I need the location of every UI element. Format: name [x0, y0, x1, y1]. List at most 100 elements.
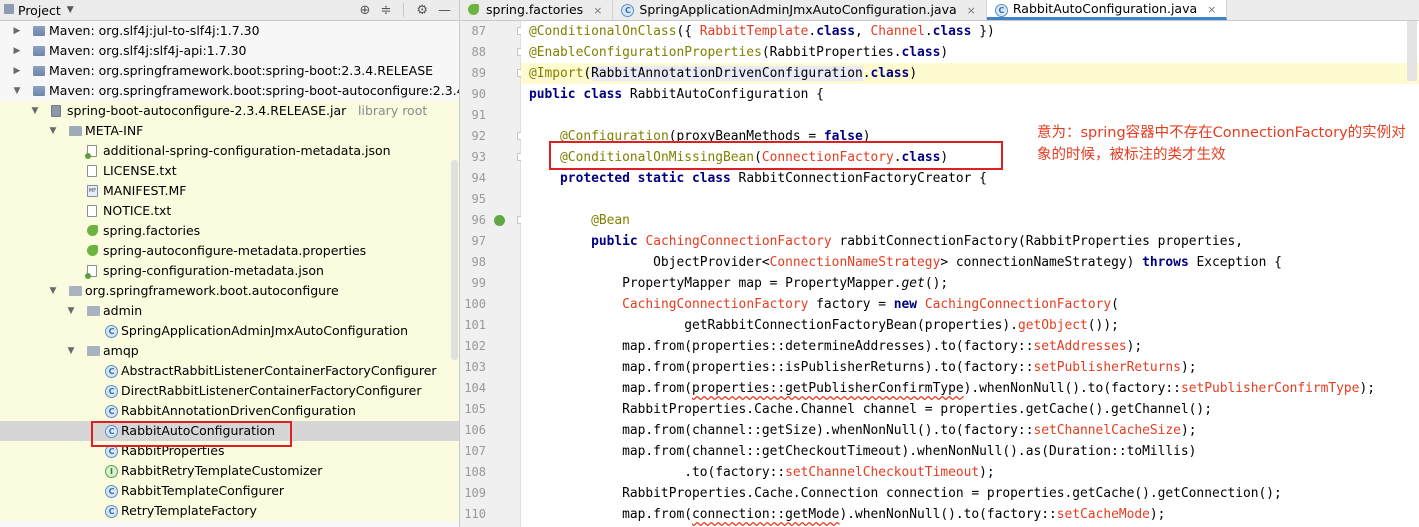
package-icon	[69, 286, 82, 296]
tree-item[interactable]: ▼ admin	[0, 301, 459, 321]
tree-item[interactable]: C RabbitAutoConfiguration	[0, 421, 459, 441]
line-number: 97	[471, 234, 486, 248]
class-icon: C	[105, 445, 118, 458]
code-line: map.from(channel::getCheckoutTimeout).wh…	[529, 444, 1197, 459]
gutter-line: 91	[460, 105, 520, 126]
text-file-icon	[87, 165, 97, 177]
tree-item[interactable]: ▶ Maven: org.springframework.boot:spring-…	[0, 61, 459, 81]
project-panel: Project ▼ ⊕ ≑ ⚙ — ▶ Maven: org.slf4j:jul-…	[0, 0, 460, 527]
gutter-line: 88	[460, 42, 524, 63]
editor-scrollbar[interactable]	[1407, 21, 1417, 81]
hide-panel-icon[interactable]: —	[438, 3, 451, 18]
line-number: 94	[471, 171, 486, 185]
code-line: @EnableConfigurationProperties(RabbitPro…	[529, 45, 949, 60]
spring-leaf-icon	[87, 225, 98, 236]
tree-item[interactable]: ▼ spring-boot-autoconfigure-2.3.4.RELEASE…	[0, 101, 459, 121]
code-line: CachingConnectionFactory factory = new C…	[622, 297, 1119, 312]
close-icon[interactable]: ×	[593, 4, 602, 17]
class-icon: C	[105, 365, 118, 378]
chevron-right-icon[interactable]: ▶	[12, 41, 22, 61]
code-line: map.from(properties::getPublisherConfirm…	[529, 381, 1375, 396]
editor-tab[interactable]: C SpringApplicationAdminJmxAutoConfigurat…	[613, 0, 987, 20]
collapse-all-icon[interactable]: ≑	[380, 3, 391, 18]
tree-item[interactable]: spring.factories	[0, 221, 459, 241]
line-number: 99	[471, 276, 486, 290]
tree-item[interactable]: C SpringApplicationAdminJmxAutoConfigurat…	[0, 321, 459, 341]
tree-item[interactable]: C RabbitProperties	[0, 441, 459, 461]
tree-item-label: Maven: org.springframework.boot:spring-b…	[49, 63, 434, 78]
editor-tab[interactable]: spring.factories ×	[460, 0, 614, 20]
code-line: RabbitProperties.Cache.Channel channel =…	[529, 402, 1212, 417]
tree-item[interactable]: C RetryTemplateFactory	[0, 501, 459, 521]
gutter-line: 106	[460, 420, 520, 441]
line-number: 96	[471, 213, 486, 227]
tree-item[interactable]: LICENSE.txt	[0, 161, 459, 181]
line-number: 104	[464, 381, 486, 395]
project-tree: ▶ Maven: org.slf4j:jul-to-slf4j:1.7.30 ▶ Ma…	[0, 21, 459, 521]
chevron-right-icon[interactable]: ▶	[12, 61, 22, 81]
editor-tab[interactable]: C RabbitAutoConfiguration.java ×	[986, 0, 1228, 20]
gutter-line: 96	[460, 210, 524, 231]
json-file-icon	[85, 145, 97, 159]
chevron-down-icon[interactable]: ▼	[30, 101, 40, 121]
gutter-line: 98	[460, 252, 520, 273]
project-scrollbar[interactable]	[451, 160, 458, 360]
gutter-line: 105	[460, 399, 520, 420]
tree-item[interactable]: MF MANIFEST.MF	[0, 181, 459, 201]
text-file-icon	[87, 205, 97, 217]
tree-item[interactable]: ▼ amqp	[0, 341, 459, 361]
code-line: getRabbitConnectionFactoryBean(propertie…	[529, 318, 1119, 333]
tree-item[interactable]: ▼ Maven: org.springframework.boot:spring-…	[0, 81, 459, 101]
chevron-down-icon[interactable]: ▼	[48, 281, 58, 301]
gutter-line: 100	[460, 294, 520, 315]
code-line: protected static class RabbitConnectionF…	[560, 171, 987, 186]
code-line: @ConditionalOnClass({ RabbitTemplate.cla…	[529, 24, 995, 39]
project-icon	[4, 4, 14, 14]
interface-icon: I	[105, 465, 118, 478]
gear-icon[interactable]: ⚙	[416, 3, 428, 18]
tree-item[interactable]: spring-configuration-metadata.json	[0, 261, 459, 281]
tree-item[interactable]: C RabbitTemplateConfigurer	[0, 481, 459, 501]
close-icon[interactable]: ×	[1207, 3, 1216, 16]
chevron-right-icon[interactable]: ▶	[12, 21, 22, 41]
tree-item[interactable]: spring-autoconfigure-metadata.properties	[0, 241, 459, 261]
chevron-down-icon[interactable]: ▼	[67, 5, 74, 15]
chevron-down-icon[interactable]: ▼	[66, 301, 76, 321]
tree-item[interactable]: C AbstractRabbitListenerContainerFactoryC…	[0, 361, 459, 381]
tree-item[interactable]: C DirectRabbitListenerContainerFactoryCon…	[0, 381, 459, 401]
tree-item[interactable]: ▼ org.springframework.boot.autoconfigure	[0, 281, 459, 301]
gutter-line: 97	[460, 231, 520, 252]
project-view-selector[interactable]: Project	[18, 3, 61, 18]
tree-item[interactable]: ▶ Maven: org.slf4j:jul-to-slf4j:1.7.30	[0, 21, 459, 41]
line-number: 101	[464, 318, 486, 332]
spring-bean-icon[interactable]	[494, 215, 505, 226]
tree-item[interactable]: C RabbitAnnotationDrivenConfiguration	[0, 401, 459, 421]
tree-item[interactable]: additional-spring-configuration-metadata…	[0, 141, 459, 161]
chevron-down-icon[interactable]: ▼	[48, 121, 58, 141]
tree-item[interactable]: ▶ Maven: org.slf4j:slf4j-api:1.7.30	[0, 41, 459, 61]
locate-icon[interactable]: ⊕	[360, 3, 371, 18]
class-icon: C	[105, 485, 118, 498]
code-editor[interactable]: @ConditionalOnClass({ RabbitTemplate.cla…	[521, 21, 1419, 527]
tree-item[interactable]: ▼ META-INF	[0, 121, 459, 141]
tree-item-label: Maven: org.springframework.boot:spring-b…	[49, 83, 460, 98]
editor-tabs: spring.factories × C SpringApplicationAdmin…	[460, 0, 1419, 21]
line-number: 95	[471, 192, 486, 206]
tree-item[interactable]: NOTICE.txt	[0, 201, 459, 221]
tree-item[interactable]: I RabbitRetryTemplateCustomizer	[0, 461, 459, 481]
code-line: map.from(channel::getSize).whenNonNull()…	[529, 423, 1197, 438]
editor-tab-label: SpringApplicationAdminJmxAutoConfigurati…	[639, 2, 957, 17]
tree-item-label: NOTICE.txt	[103, 203, 172, 218]
chevron-down-icon[interactable]: ▼	[12, 81, 22, 101]
close-icon[interactable]: ×	[967, 4, 976, 17]
code-line: map.from(connection::getMode).whenNonNul…	[529, 507, 1166, 522]
code-line: map.from(properties::determineAddresses)…	[529, 339, 1143, 354]
gutter-line: 90	[460, 84, 520, 105]
code-line: public CachingConnectionFactory rabbitCo…	[591, 234, 1244, 249]
chevron-down-icon[interactable]: ▼	[66, 341, 76, 361]
class-icon: C	[105, 505, 118, 518]
library-icon	[33, 46, 45, 56]
gutter-line: 95	[460, 189, 520, 210]
class-icon: C	[105, 385, 118, 398]
code-line: ObjectProvider<ConnectionNameStrategy> c…	[529, 255, 1282, 270]
